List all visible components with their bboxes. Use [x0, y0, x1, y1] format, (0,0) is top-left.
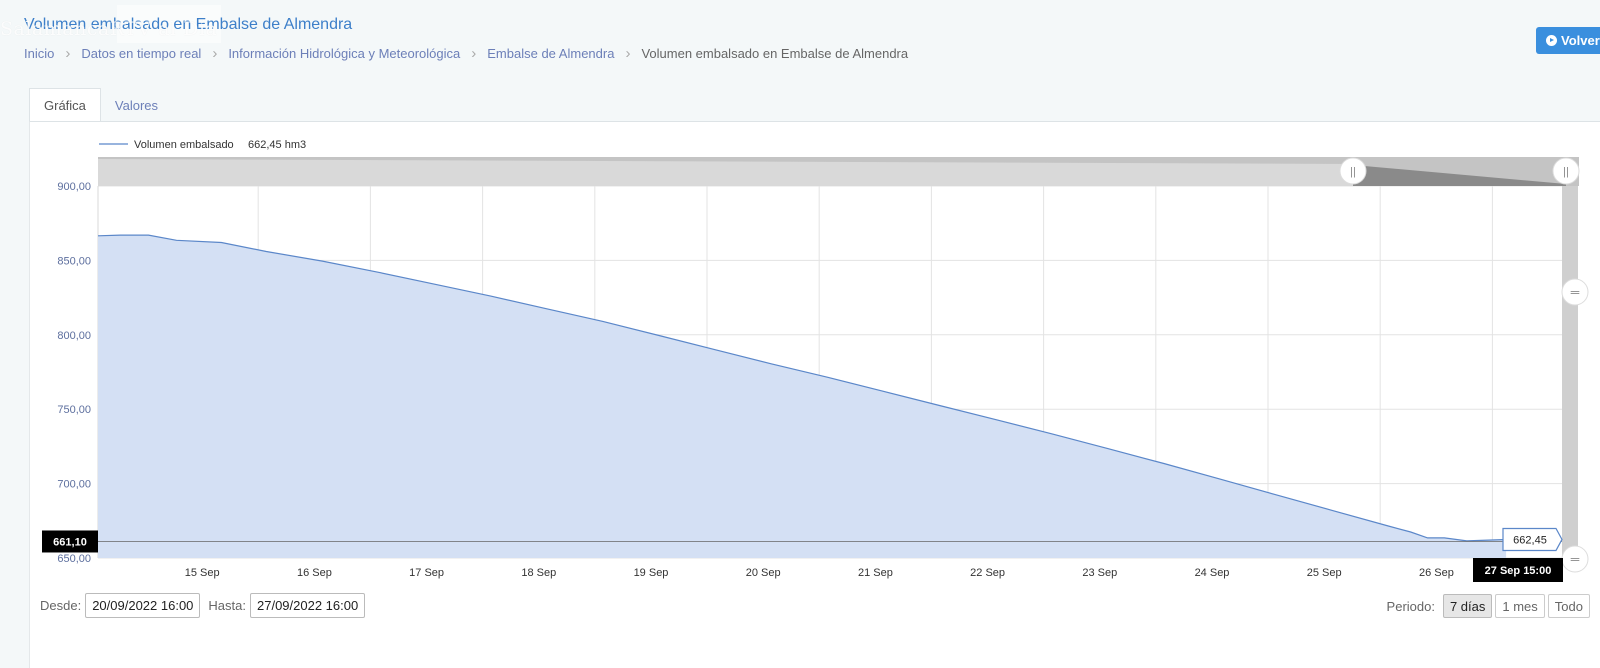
x-tick-label: 20 Sep	[746, 567, 781, 579]
x-tick-label: 18 Sep	[521, 567, 556, 579]
x-tick-label: 21 Sep	[858, 567, 893, 579]
y-tick-label: 750,00	[57, 404, 91, 416]
x-tick-label: 19 Sep	[634, 567, 669, 579]
x-tick-label: 22 Sep	[970, 567, 1005, 579]
legend[interactable]: Volumen embalsado 662,45 hm3	[99, 139, 306, 151]
scrollbar-track	[1562, 186, 1578, 560]
desde-input[interactable]: 20/09/2022 16:00	[85, 593, 201, 618]
y-axis: 650,00 700,00 750,00 800,00 850,00 900,00	[57, 181, 91, 565]
x-tick-label: 23 Sep	[1082, 567, 1117, 579]
navigator[interactable]: || ||	[98, 157, 1580, 186]
volume-chart: || || ═ ═ 650,00 700,00 750,00 800,00 850,00…	[42, 139, 1589, 582]
y-tick-label: 700,00	[57, 479, 91, 491]
y-tick-label: 850,00	[57, 255, 91, 267]
desde-label: Desde:	[40, 598, 82, 613]
periodo-selector: Periodo: 7 días 1 mes Todo	[1387, 594, 1590, 618]
navigator-left-handle-grip: ||	[1350, 166, 1356, 178]
crosshair-x-label: 27 Sep 15:00	[1485, 565, 1552, 577]
scrollbar-top-grip: ═	[1570, 285, 1580, 299]
date-range-controls: Desde: 20/09/2022 16:00 Hasta: 27/09/202…	[40, 593, 369, 618]
vertical-scrollbar[interactable]: ═ ═	[1561, 186, 1589, 573]
scrollbar-bottom-grip: ═	[1570, 552, 1580, 566]
periodo-label: Periodo:	[1386, 598, 1435, 614]
x-tick-label: 24 Sep	[1195, 567, 1230, 579]
y-tick-label: 650,00	[57, 553, 91, 565]
x-tick-label: 16 Sep	[297, 567, 332, 579]
y-tick-label: 900,00	[57, 181, 91, 193]
periodo-7dias-button[interactable]: 7 días	[1442, 594, 1493, 618]
y-tick-label: 800,00	[57, 330, 91, 342]
x-tick-label: 26 Sep	[1419, 567, 1454, 579]
crosshair-y-label: 661,10	[53, 536, 87, 548]
hasta-label: Hasta:	[208, 598, 246, 613]
legend-value: 662,45 hm3	[248, 139, 306, 151]
x-tick-label: 17 Sep	[409, 567, 444, 579]
legend-label: Volumen embalsado	[134, 139, 234, 151]
periodo-todo-button[interactable]: Todo	[1547, 594, 1590, 618]
periodo-1mes-button[interactable]: 1 mes	[1495, 594, 1545, 618]
navigator-right-handle-grip: ||	[1563, 166, 1569, 178]
x-tick-label: 25 Sep	[1307, 567, 1342, 579]
x-tick-label: 15 Sep	[185, 567, 220, 579]
crosshair-value-label: 662,45	[1513, 534, 1547, 546]
hasta-input[interactable]: 27/09/2022 16:00	[250, 593, 366, 618]
x-axis: 15 Sep 16 Sep 17 Sep 18 Sep 19 Sep 20 Sep 21 S…	[185, 567, 1454, 579]
